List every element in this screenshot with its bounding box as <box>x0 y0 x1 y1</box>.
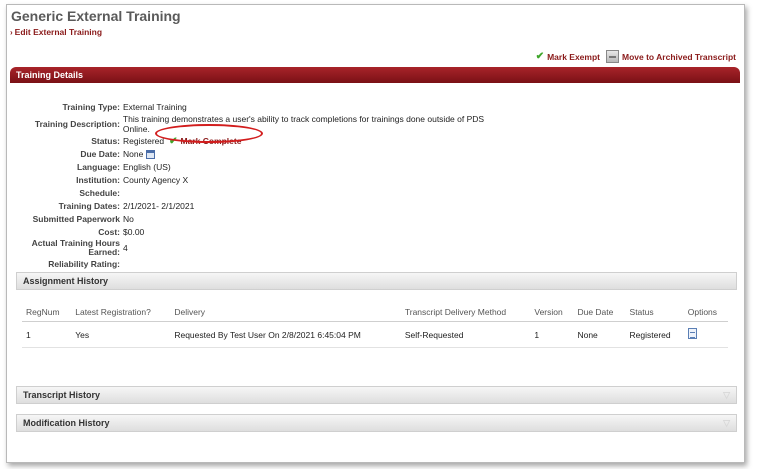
detail-label: Schedule: <box>79 187 120 198</box>
modification-history-title: Modification History <box>23 418 110 428</box>
detail-label: Training Dates: <box>58 200 120 211</box>
column-header: Status <box>625 303 684 322</box>
detail-value: External Training <box>123 102 187 112</box>
detail-row-institution: Institution: County Agency X <box>13 174 513 186</box>
assignment-history-title: Assignment History <box>23 276 109 286</box>
detail-label: Language: <box>77 161 120 172</box>
breadcrumb[interactable]: › Edit External Training <box>10 27 102 37</box>
cell-version: 1 <box>530 321 574 348</box>
column-header: Options <box>683 303 728 322</box>
detail-label: Submitted Paperwork <box>32 213 120 224</box>
table-header-row: RegNum Latest Registration? Delivery Tra… <box>22 303 728 322</box>
column-header: Delivery <box>170 303 401 322</box>
status-value: Registered <box>123 136 165 146</box>
column-header: RegNum <box>22 303 72 322</box>
detail-row-training-type: Training Type: External Training <box>13 101 513 113</box>
detail-value: 4 <box>123 243 128 253</box>
detail-value: This training demonstrates a user's abil… <box>122 114 485 134</box>
detail-row-schedule: Schedule: <box>13 187 513 199</box>
cell-options <box>683 321 728 348</box>
chevron-down-icon: ▽ <box>723 389 730 400</box>
mark-exempt-button[interactable]: ✔ Mark Exempt <box>536 51 600 62</box>
detail-label: Status: <box>91 135 120 146</box>
page-title: Generic External Training <box>11 8 181 24</box>
cell-latest: Yes <box>71 321 171 348</box>
detail-value: Registered ✔ Mark Complete <box>123 136 241 147</box>
detail-label: Cost: <box>98 226 120 237</box>
caret-right-icon: › <box>10 27 13 37</box>
edit-calendar-icon[interactable] <box>146 149 156 159</box>
cell-method: Self-Requested <box>400 321 531 348</box>
detail-row-cost: Cost: $0.00 <box>13 226 513 238</box>
detail-row-language: Language: English (US) <box>13 161 513 173</box>
detail-value: No <box>123 214 134 224</box>
detail-label: Institution: <box>76 174 120 185</box>
page-frame: Generic External Training › Edit Externa… <box>6 4 745 463</box>
cell-status: Registered <box>625 321 684 348</box>
modification-history-header[interactable]: Modification History ▽ <box>16 414 737 432</box>
detail-value: 2/1/2021- 2/1/2021 <box>123 201 195 211</box>
detail-label: Training Type: <box>62 101 120 112</box>
detail-value: None <box>123 149 156 159</box>
check-icon: ✔ <box>169 135 178 147</box>
column-header: Due Date <box>573 303 626 322</box>
move-archived-button[interactable]: Move to Archived Transcript <box>606 50 736 63</box>
detail-label: Due Date: <box>80 148 120 159</box>
detail-row-submitted-paperwork: Submitted Paperwork No <box>13 213 513 225</box>
detail-value: English (US) <box>123 162 171 172</box>
detail-row-status: Status: Registered ✔ Mark Complete <box>13 135 513 147</box>
chevron-down-icon: ▽ <box>723 417 730 428</box>
detail-row-due-date: Due Date: None <box>13 148 513 160</box>
detail-value: County Agency X <box>123 175 189 185</box>
section-header-training-details: Training Details <box>10 67 740 83</box>
mark-complete-label: Mark Complete <box>180 136 242 146</box>
transcript-history-header[interactable]: Transcript History ▽ <box>16 386 737 404</box>
check-icon: ✔ <box>535 51 545 62</box>
cell-regnum: 1 <box>22 321 72 348</box>
detail-row-training-dates: Training Dates: 2/1/2021- 2/1/2021 <box>13 200 513 212</box>
column-header: Latest Registration? <box>71 303 171 322</box>
cell-delivery: Requested By Test User On 2/8/2021 6:45:… <box>170 321 401 348</box>
breadcrumb-label[interactable]: Edit External Training <box>15 27 102 37</box>
detail-label: Reliability Rating: <box>48 258 120 269</box>
column-header: Transcript Delivery Method <box>400 303 531 322</box>
mark-exempt-label: Mark Exempt <box>547 51 600 62</box>
column-header: Version <box>530 303 574 322</box>
assignment-history-table: RegNum Latest Registration? Delivery Tra… <box>22 303 728 348</box>
move-archived-label: Move to Archived Transcript <box>622 51 736 62</box>
assignment-history-header[interactable]: Assignment History <box>16 272 737 290</box>
detail-row-training-description: Training Description: This training demo… <box>13 114 513 134</box>
training-details: Training Type: External Training Trainin… <box>13 101 513 271</box>
detail-label: Training Description: <box>34 118 120 129</box>
document-icon[interactable] <box>687 328 697 339</box>
table-row: 1 Yes Requested By Test User On 2/8/2021… <box>22 321 728 348</box>
detail-row-reliability-rating: Reliability Rating: <box>13 258 513 270</box>
archive-box-icon <box>606 50 619 63</box>
detail-row-actual-hours: Actual Training Hours Earned: 4 <box>13 239 513 257</box>
detail-label: Actual Training Hours Earned: <box>31 238 120 257</box>
due-date-value: None <box>123 149 144 159</box>
mark-complete-link[interactable]: ✔ Mark Complete <box>169 136 241 147</box>
cell-due-date: None <box>573 321 626 348</box>
top-actions: ✔ Mark Exempt Move to Archived Transcrip… <box>536 50 736 63</box>
detail-value: $0.00 <box>123 227 145 237</box>
transcript-history-title: Transcript History <box>23 390 101 400</box>
